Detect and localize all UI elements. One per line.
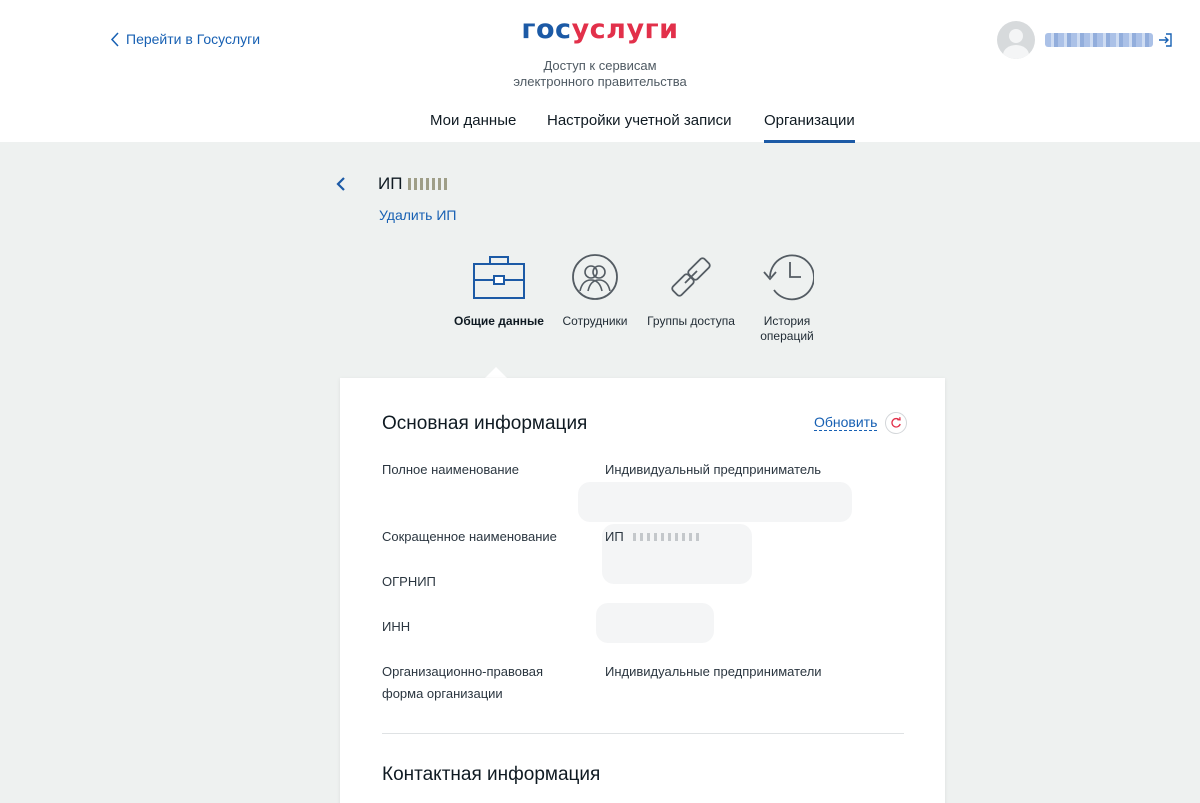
field-label-inn: ИНН <box>382 619 411 634</box>
organization-title-prefix: ИП <box>378 174 403 193</box>
refresh-label: Обновить <box>814 414 878 431</box>
link-icon <box>671 257 711 297</box>
refresh-button[interactable]: Обновить <box>814 412 908 434</box>
tab-operations-history[interactable]: История операций <box>737 252 837 344</box>
user-menu[interactable] <box>997 21 1173 59</box>
field-label-ogrnip: ОГРНИП <box>382 574 436 589</box>
redacted-area <box>578 482 852 522</box>
tab-access-groups-label: Группы доступа <box>647 314 735 328</box>
field-label-legal-form: Организационно-правовая форма организаци… <box>382 664 544 701</box>
user-name-redacted <box>1045 33 1153 47</box>
short-name-redacted <box>633 533 704 541</box>
organization-title: ИП <box>378 174 449 194</box>
history-icon <box>763 254 814 301</box>
header: Перейти в Госуслуги госуслуги Доступ к с… <box>0 0 1200 143</box>
briefcase-icon <box>473 256 525 299</box>
tab-employees[interactable]: Сотрудники <box>545 252 645 329</box>
general-data-card: Основная информация Обновить Полное наим… <box>340 378 945 803</box>
redacted-area <box>596 603 714 643</box>
nav-account-settings[interactable]: Настройки учетной записи <box>547 112 732 129</box>
tab-operations-history-label: История операций <box>760 314 814 343</box>
divider <box>382 733 904 734</box>
field-label-full-name: Полное наименование <box>382 462 520 477</box>
logout-icon[interactable] <box>1157 32 1173 48</box>
field-value-full-name: Индивидуальный предприниматель <box>605 462 822 477</box>
refresh-icon <box>885 412 908 434</box>
field-value-legal-form: Индивидуальные предприниматели <box>605 664 822 679</box>
main-info-title: Основная информация <box>382 413 588 434</box>
header-subtitle: Доступ к сервисам электронного правитель… <box>513 58 687 89</box>
field-value-short-name: ИП <box>605 526 905 548</box>
nav-organizations[interactable]: Организации <box>764 112 855 143</box>
avatar[interactable] <box>997 21 1035 59</box>
delete-ip-link[interactable]: Удалить ИП <box>379 207 456 223</box>
organization-name-redacted <box>408 178 449 190</box>
tab-access-groups[interactable]: Группы доступа <box>641 252 741 329</box>
tab-general-data[interactable]: Общие данные <box>449 252 549 329</box>
back-arrow-icon[interactable] <box>334 176 348 192</box>
nav-my-data[interactable]: Мои данные <box>430 112 516 129</box>
contact-info-title: Контактная информация <box>382 764 601 785</box>
field-label-short-name: Сокращенное наименование <box>382 529 557 544</box>
employees-icon <box>572 254 618 300</box>
tab-general-data-label: Общие данные <box>454 314 544 328</box>
tab-employees-label: Сотрудники <box>562 314 628 328</box>
